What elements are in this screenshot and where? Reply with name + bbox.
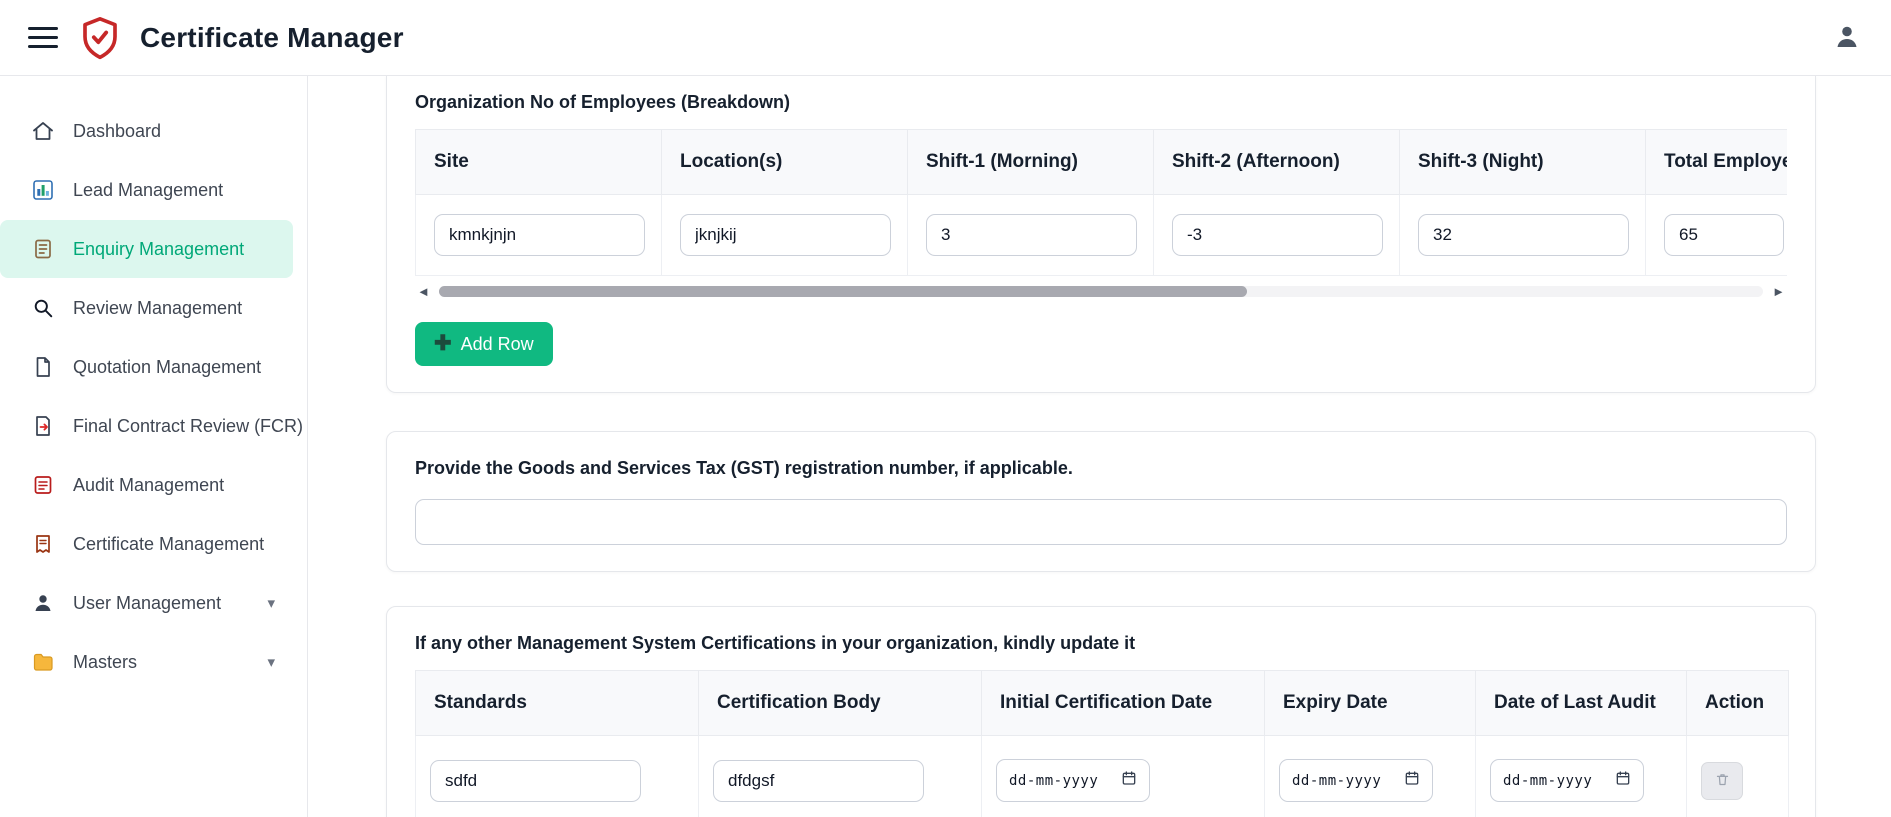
person-icon bbox=[30, 590, 56, 616]
expiry-date-input[interactable]: dd-mm-yyyy bbox=[1279, 759, 1433, 802]
sidebar-item-enquiry-management[interactable]: Enquiry Management bbox=[0, 220, 293, 278]
employees-breakdown-card: Organization No of Employees (Breakdown)… bbox=[386, 76, 1816, 393]
sidebar-item-audit-management[interactable]: Audit Management bbox=[0, 456, 293, 514]
horizontal-scrollbar[interactable]: ◄ ► bbox=[417, 285, 1785, 298]
report-icon bbox=[30, 472, 56, 498]
top-bar: Certificate Manager bbox=[0, 0, 1891, 76]
trash-icon bbox=[1715, 772, 1730, 790]
hamburger-menu-button[interactable] bbox=[26, 21, 60, 54]
calendar-icon bbox=[1404, 770, 1420, 791]
plus-icon: ✚ bbox=[434, 333, 452, 354]
sidebar-item-label: Final Contract Review (FCR) bbox=[73, 416, 303, 437]
shift3-night-input[interactable] bbox=[1418, 214, 1629, 256]
document-arrow-icon bbox=[30, 413, 56, 439]
standards-input[interactable] bbox=[430, 760, 641, 802]
certifications-table-row: dd-mm-yyyy dd-mm-yyyy bbox=[416, 736, 1789, 817]
sidebar-item-final-contract-review[interactable]: Final Contract Review (FCR) bbox=[0, 397, 293, 455]
certifications-table: Standards Certification Body Initial Cer… bbox=[415, 670, 1789, 817]
site-input[interactable] bbox=[434, 214, 645, 256]
certifications-table-header-row: Standards Certification Body Initial Cer… bbox=[416, 671, 1789, 736]
scroll-right-arrow-icon[interactable]: ► bbox=[1772, 285, 1785, 298]
certification-body-input[interactable] bbox=[713, 760, 924, 802]
column-header-shift3: Shift-3 (Night) bbox=[1400, 130, 1646, 195]
gst-label: Provide the Goods and Services Tax (GST)… bbox=[415, 458, 1787, 479]
folder-icon bbox=[30, 649, 56, 675]
sidebar-item-label: Enquiry Management bbox=[73, 239, 244, 260]
column-header-total-employees: Total Employees bbox=[1646, 130, 1788, 195]
sidebar-item-lead-management[interactable]: Lead Management bbox=[0, 161, 293, 219]
sidebar-item-review-management[interactable]: Review Management bbox=[0, 279, 293, 337]
scroll-left-arrow-icon[interactable]: ◄ bbox=[417, 285, 430, 298]
sidebar-item-quotation-management[interactable]: Quotation Management bbox=[0, 338, 293, 396]
column-header-shift1: Shift-1 (Morning) bbox=[908, 130, 1154, 195]
employees-table-viewport: Site Location(s) Shift-1 (Morning) Shift… bbox=[415, 129, 1787, 276]
sidebar: Dashboard Lead Management bbox=[0, 76, 308, 817]
gst-input[interactable] bbox=[415, 499, 1787, 545]
sidebar-item-label: Certificate Management bbox=[73, 534, 264, 555]
column-header-shift2: Shift-2 (Afternoon) bbox=[1154, 130, 1400, 195]
date-placeholder: dd-mm-yyyy bbox=[1292, 773, 1381, 789]
delete-row-button[interactable] bbox=[1701, 762, 1743, 800]
scrollbar-track[interactable] bbox=[439, 286, 1763, 297]
sidebar-item-label: Masters bbox=[73, 652, 137, 673]
sidebar-item-label: Lead Management bbox=[73, 180, 223, 201]
column-header-site: Site bbox=[416, 130, 662, 195]
home-icon bbox=[30, 118, 56, 144]
sidebar-item-certificate-management[interactable]: Certificate Management bbox=[0, 515, 293, 573]
employees-table-header-row: Site Location(s) Shift-1 (Morning) Shift… bbox=[416, 130, 1788, 195]
column-header-action: Action bbox=[1687, 671, 1789, 736]
total-employees-input[interactable] bbox=[1664, 214, 1784, 256]
body-row: Dashboard Lead Management bbox=[0, 76, 1891, 817]
initial-certification-date-input[interactable]: dd-mm-yyyy bbox=[996, 759, 1150, 802]
other-certifications-card: If any other Management System Certifica… bbox=[386, 606, 1816, 817]
calendar-icon bbox=[1615, 770, 1631, 791]
date-placeholder: dd-mm-yyyy bbox=[1503, 773, 1592, 789]
bar-chart-icon bbox=[30, 177, 56, 203]
sidebar-item-label: User Management bbox=[73, 593, 221, 614]
app-title: Certificate Manager bbox=[140, 22, 404, 54]
main-content: Organization No of Employees (Breakdown)… bbox=[308, 76, 1891, 817]
sidebar-item-masters[interactable]: Masters ▾ bbox=[0, 633, 293, 691]
shift1-morning-input[interactable] bbox=[926, 214, 1137, 256]
chevron-down-icon: ▾ bbox=[267, 653, 275, 671]
calendar-icon bbox=[1121, 770, 1137, 791]
shift2-afternoon-input[interactable] bbox=[1172, 214, 1383, 256]
certifications-card-title: If any other Management System Certifica… bbox=[415, 633, 1787, 654]
column-header-standards: Standards bbox=[416, 671, 699, 736]
magnifier-icon bbox=[30, 295, 56, 321]
sidebar-item-dashboard[interactable]: Dashboard bbox=[0, 102, 293, 160]
add-row-button[interactable]: ✚ Add Row bbox=[415, 322, 553, 366]
user-icon bbox=[1833, 22, 1861, 53]
column-header-expiry-date: Expiry Date bbox=[1265, 671, 1476, 736]
employees-table-row bbox=[416, 195, 1788, 276]
gst-card: Provide the Goods and Services Tax (GST)… bbox=[386, 431, 1816, 572]
column-header-initial-certification-date: Initial Certification Date bbox=[982, 671, 1265, 736]
clipboard-icon bbox=[30, 236, 56, 262]
column-header-locations: Location(s) bbox=[662, 130, 908, 195]
sidebar-item-label: Audit Management bbox=[73, 475, 224, 496]
date-placeholder: dd-mm-yyyy bbox=[1009, 773, 1098, 789]
certificate-icon bbox=[30, 531, 56, 557]
employees-card-title: Organization No of Employees (Breakdown) bbox=[415, 92, 1787, 113]
add-row-label: Add Row bbox=[461, 334, 534, 355]
user-profile-button[interactable] bbox=[1833, 22, 1861, 53]
sidebar-item-user-management[interactable]: User Management ▾ bbox=[0, 574, 293, 632]
locations-input[interactable] bbox=[680, 214, 891, 256]
scrollbar-thumb[interactable] bbox=[439, 286, 1247, 297]
column-header-certification-body: Certification Body bbox=[699, 671, 982, 736]
employees-table: Site Location(s) Shift-1 (Morning) Shift… bbox=[415, 129, 1787, 276]
chevron-down-icon: ▾ bbox=[267, 594, 275, 612]
shield-logo-icon bbox=[80, 16, 120, 60]
document-icon bbox=[30, 354, 56, 380]
hamburger-icon bbox=[28, 27, 58, 30]
date-of-last-audit-input[interactable]: dd-mm-yyyy bbox=[1490, 759, 1644, 802]
column-header-date-of-last-audit: Date of Last Audit bbox=[1476, 671, 1687, 736]
sidebar-item-label: Review Management bbox=[73, 298, 242, 319]
sidebar-item-label: Quotation Management bbox=[73, 357, 261, 378]
sidebar-item-label: Dashboard bbox=[73, 121, 161, 142]
app-root: Certificate Manager Dashboard bbox=[0, 0, 1891, 817]
